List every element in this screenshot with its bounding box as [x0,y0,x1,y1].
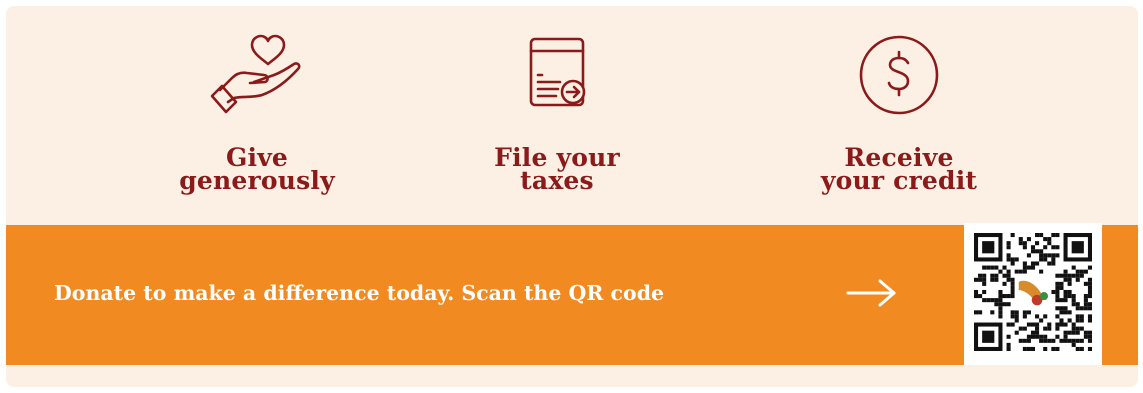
step-receive-credit: Receive your credit [769,6,1029,195]
donation-qr-code-icon[interactable] [974,233,1092,351]
qr-code-box[interactable] [964,223,1102,365]
step-label: Give generously [179,143,335,195]
step-label: File your taxes [494,143,620,195]
dollar-circle-icon [859,35,939,115]
hand-heart-icon [210,34,301,114]
step-file-taxes: File your taxes [427,6,687,195]
step-give-generously: Give generously [127,6,387,195]
donate-banner[interactable]: Donate to make a difference today. Scan … [6,223,1138,365]
donate-cta-text[interactable]: Donate to make a difference today. Scan … [54,279,664,307]
arrow-right-icon[interactable] [844,273,900,313]
donation-steps-panel: Give generously File your taxes Receive … [6,6,1138,387]
step-label: Receive your credit [820,143,978,195]
tax-form-icon [529,37,586,107]
